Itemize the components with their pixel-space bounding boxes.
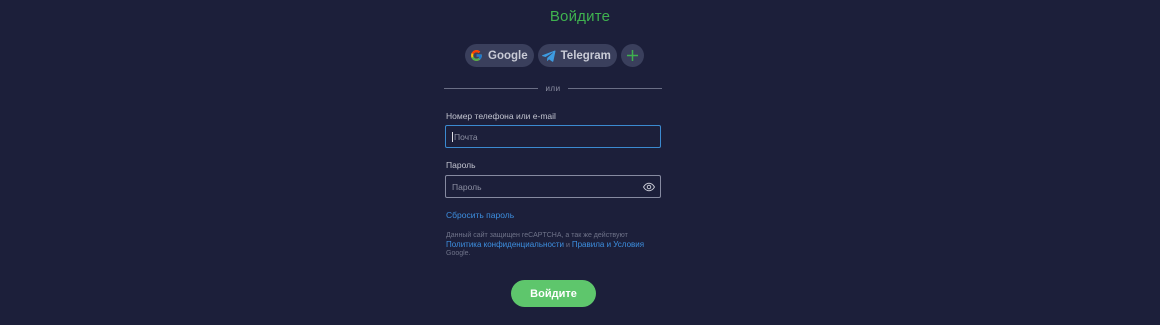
email-placeholder: Почта [454, 131, 478, 142]
recaptcha-notice: Данный сайт защищен reCAPTCHA, а так же … [446, 232, 646, 259]
password-field[interactable]: Пароль [445, 175, 661, 198]
telegram-label: Telegram [560, 49, 611, 62]
terms-link[interactable]: Правила и Условия [572, 240, 644, 249]
google-icon [469, 48, 484, 63]
email-field[interactable]: Почта [445, 125, 661, 148]
legal-and: и [565, 241, 570, 249]
login-label: Номер телефона или e-mail [446, 111, 556, 121]
divider-line-right [567, 87, 663, 89]
google-login-button[interactable]: Google [465, 44, 534, 67]
telegram-icon [542, 48, 557, 63]
login-page: Войдите Google Telegram или Номер телефо… [0, 0, 1160, 325]
social-login-row: Google Telegram [465, 44, 644, 67]
page-title: Войдите [549, 8, 611, 25]
password-placeholder: Пароль [452, 181, 482, 192]
text-caret [452, 131, 453, 142]
divider-line-left [444, 87, 539, 89]
legal-prefix: Данный сайт защищен reCAPTCHA, а так же … [446, 232, 628, 239]
telegram-login-button[interactable]: Telegram [537, 44, 617, 67]
or-divider: или [444, 82, 663, 94]
plus-icon [626, 50, 638, 61]
google-label: Google [488, 49, 528, 62]
divider-text: или [545, 83, 561, 93]
eye-icon[interactable] [643, 182, 655, 192]
password-label: Пароль [446, 160, 476, 170]
login-submit-button[interactable]: Войдите [511, 280, 596, 307]
reset-password-link[interactable]: Сбросить пароль [446, 210, 514, 220]
privacy-policy-link[interactable]: Политика конфиденциальности [446, 240, 564, 249]
more-login-options-button[interactable] [620, 44, 644, 67]
legal-suffix: Google. [446, 250, 471, 257]
